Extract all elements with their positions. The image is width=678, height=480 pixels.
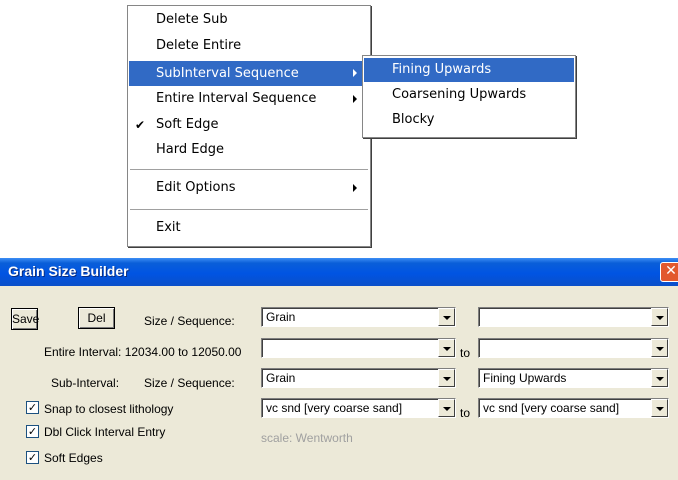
chevron-down-icon[interactable] [651,399,668,417]
scale-label: scale: Wentworth [261,431,353,445]
menu-item-exit[interactable]: Exit [129,217,369,239]
menu-separator [130,169,368,170]
snap-checkbox[interactable]: ✓ [26,401,39,414]
menu-item-label: Soft Edge [156,117,219,132]
soft-edges-checkbox[interactable]: ✓ [26,451,39,464]
grain-size-builder-dialog: Grain Size Builder ✕ Save Del Size / Seq… [0,258,678,480]
submenu-item-fining-upwards[interactable]: Fining Upwards [364,58,574,82]
submenu-item-coarsening-upwards[interactable]: Coarsening Upwards [364,84,574,106]
menu-item-soft-edge[interactable]: ✔ Soft Edge [129,114,369,136]
menu-item-label: Exit [156,220,181,235]
sub-interval-label: Sub-Interval: [51,376,120,390]
menu-separator [130,209,368,210]
sub-size-select[interactable]: Grain [261,368,456,388]
chevron-down-icon[interactable] [438,399,455,417]
sub-sequence-value: Fining Upwards [483,371,567,385]
menu-item-label: Delete Sub [156,12,228,27]
menu-item-hard-edge[interactable]: Hard Edge [129,139,369,161]
menu-item-label: Coarsening Upwards [392,87,527,102]
grain-from-value: vc snd [very coarse sand] [266,401,403,415]
menu-item-label: Edit Options [156,180,236,195]
submenu-item-blocky[interactable]: Blocky [364,109,574,131]
submenu-arrow-icon [353,69,357,77]
to-label-2: to [460,406,471,420]
entire-interval-label: Entire Interval: 12034.00 to 12050.00 [44,345,242,359]
checkmark-icon: ✓ [27,451,38,464]
close-icon: ✕ [665,263,677,279]
chevron-down-icon[interactable] [651,369,668,387]
title-bar[interactable]: Grain Size Builder ✕ [0,258,678,286]
dialog-title: Grain Size Builder [8,263,129,279]
sub-size-value: Grain [266,371,296,385]
close-button[interactable]: ✕ [660,262,678,282]
soft-edges-label: Soft Edges [44,451,103,465]
checkmark-icon: ✓ [27,401,38,414]
menu-item-delete-entire[interactable]: Delete Entire [129,35,369,57]
sequence-submenu: Fining Upwards Coarsening Upwards Blocky [362,55,576,138]
sub-sequence-select[interactable]: Fining Upwards [478,368,669,388]
menu-item-label: SubInterval Sequence [156,66,299,81]
dbl-click-label: Dbl Click Interval Entry [44,425,166,439]
chevron-down-icon[interactable] [438,339,455,357]
snap-label: Snap to closest lithology [44,402,174,416]
save-button[interactable]: Save [11,308,40,330]
grain-to-select[interactable]: vc snd [very coarse sand] [478,398,669,418]
checkmark-icon: ✔ [135,118,146,132]
entire-interval-from-select[interactable] [261,338,456,358]
save-button-label: Save [12,312,40,326]
menu-item-label: Fining Upwards [392,62,492,77]
size-sequence-right-select[interactable] [478,307,669,327]
grain-from-select[interactable]: vc snd [very coarse sand] [261,398,456,418]
sub-size-sequence-label: Size / Sequence: [144,376,235,390]
chevron-down-icon[interactable] [438,308,455,326]
size-sequence-value: Grain [266,310,296,324]
menu-item-label: Entire Interval Sequence [156,91,317,106]
menu-item-subinterval-sequence[interactable]: SubInterval Sequence [129,61,369,86]
menu-item-label: Delete Entire [156,38,242,53]
chevron-down-icon[interactable] [651,339,668,357]
menu-item-delete-sub[interactable]: Delete Sub [129,9,369,31]
del-button-label: Del [87,311,106,325]
size-sequence-label: Size / Sequence: [144,314,235,328]
checkmark-icon: ✓ [27,425,38,438]
menu-item-entire-interval-sequence[interactable]: Entire Interval Sequence [129,88,369,110]
del-button[interactable]: Del [78,307,115,329]
submenu-arrow-icon [353,95,357,103]
grain-to-value: vc snd [very coarse sand] [483,401,620,415]
entire-interval-to-select[interactable] [478,338,669,358]
menu-item-edit-options[interactable]: Edit Options [129,177,369,199]
menu-item-label: Hard Edge [156,142,224,157]
chevron-down-icon[interactable] [438,369,455,387]
chevron-down-icon[interactable] [651,308,668,326]
context-menu: Delete Sub Delete Entire SubInterval Seq… [127,5,371,247]
to-label: to [460,346,471,360]
dbl-click-checkbox[interactable]: ✓ [26,425,39,438]
submenu-arrow-icon [353,184,357,192]
size-sequence-select[interactable]: Grain [261,307,456,327]
menu-item-label: Blocky [392,112,435,127]
